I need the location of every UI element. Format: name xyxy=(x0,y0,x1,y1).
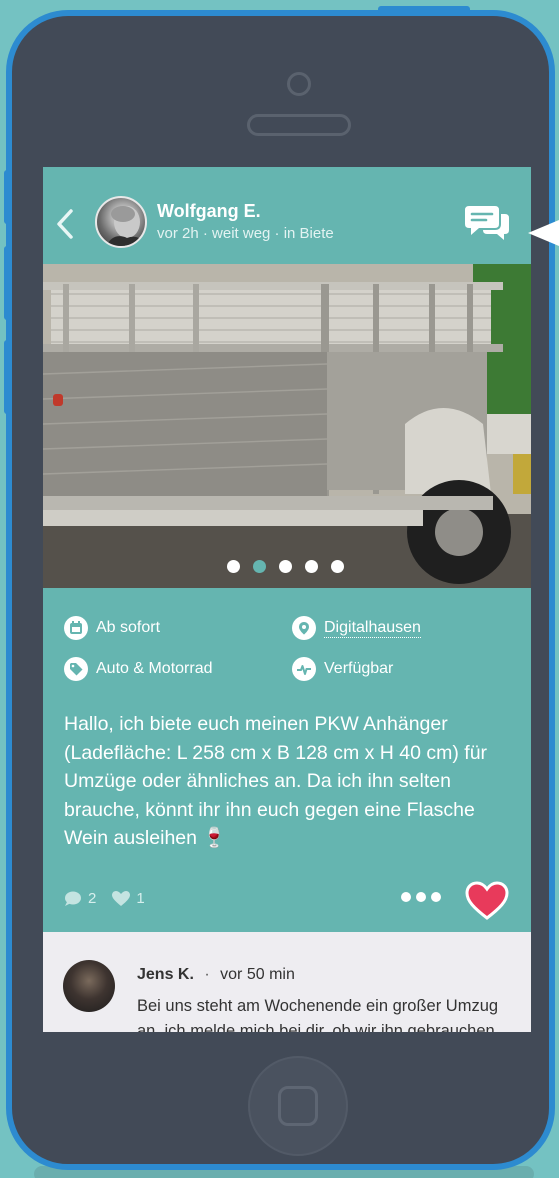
comment-count[interactable]: 2 xyxy=(64,890,96,907)
price-tag-icon xyxy=(64,657,88,681)
comment-count-value: 2 xyxy=(88,890,97,907)
post-description: Hallo, ich biete euch meinen PKW Anhänge… xyxy=(64,713,488,849)
post-photo[interactable] xyxy=(43,264,531,588)
post-meta: vor 2h · weit weg · in Biete xyxy=(157,225,334,242)
carousel-dot[interactable] xyxy=(279,560,292,573)
home-square-icon xyxy=(278,1086,318,1126)
comment-time: vor 50 min xyxy=(220,966,295,983)
app-screen: Wolfgang E. vor 2h · weit weg · in Biete xyxy=(43,167,531,1032)
like-count-value: 1 xyxy=(136,890,145,907)
mute-switch xyxy=(4,170,12,224)
power-button xyxy=(378,6,470,14)
like-heart-icon[interactable] xyxy=(465,881,509,921)
post-details: Ab sofort Digitalhausen Auto & Motorrad … xyxy=(43,588,531,932)
comment-text: Bei uns steht am Wochenende ein großer U… xyxy=(137,997,499,1032)
tag-status: Verfügbar xyxy=(292,657,393,681)
carousel-dot[interactable] xyxy=(227,560,240,573)
location-pin-icon xyxy=(292,616,316,640)
speaker-grille xyxy=(247,114,351,136)
tag-category[interactable]: Auto & Motorrad xyxy=(64,657,213,681)
carousel-dot-active[interactable] xyxy=(253,560,266,573)
calendar-icon xyxy=(64,616,88,640)
author-name[interactable]: Wolfgang E. xyxy=(157,201,261,222)
location-label[interactable]: Digitalhausen xyxy=(324,619,421,638)
carousel-dot[interactable] xyxy=(331,560,344,573)
stage: Wolfgang E. vor 2h · weit weg · in Biete xyxy=(0,0,559,1178)
tag-location[interactable]: Digitalhausen xyxy=(292,616,421,640)
category-label: Auto & Motorrad xyxy=(96,660,213,677)
author-avatar[interactable] xyxy=(95,196,147,248)
comment-bubble-icon xyxy=(65,891,81,906)
post-header: Wolfgang E. vor 2h · weit weg · in Biete xyxy=(43,167,531,264)
availability-date-label: Ab sofort xyxy=(96,619,161,636)
trailer-image xyxy=(43,264,531,588)
more-options-icon[interactable] xyxy=(401,892,441,902)
post-stats: 2 1 xyxy=(64,890,145,907)
like-count[interactable]: 1 xyxy=(112,890,145,907)
heart-small-icon xyxy=(112,890,131,906)
commenter-avatar[interactable] xyxy=(63,960,115,1012)
camera-icon xyxy=(287,72,311,96)
comment-item[interactable]: Jens K. · vor 50 min Bei uns steht am Wo… xyxy=(43,932,531,1032)
carousel-dot[interactable] xyxy=(305,560,318,573)
pointer-arrow-icon xyxy=(528,220,559,246)
carousel-dots xyxy=(227,560,344,573)
back-arrow-icon[interactable] xyxy=(53,207,77,241)
status-label: Verfügbar xyxy=(324,660,394,677)
comment-separator: · xyxy=(204,966,210,983)
comment-header: Jens K. · vor 50 min xyxy=(137,966,295,984)
volume-up-button xyxy=(4,246,12,320)
home-button[interactable] xyxy=(248,1056,348,1156)
tag-availability-date: Ab sofort xyxy=(64,616,160,640)
activity-pulse-icon xyxy=(292,657,316,681)
volume-down-button xyxy=(4,340,12,414)
chat-icon[interactable] xyxy=(465,202,511,242)
commenter-name[interactable]: Jens K. xyxy=(137,966,194,983)
